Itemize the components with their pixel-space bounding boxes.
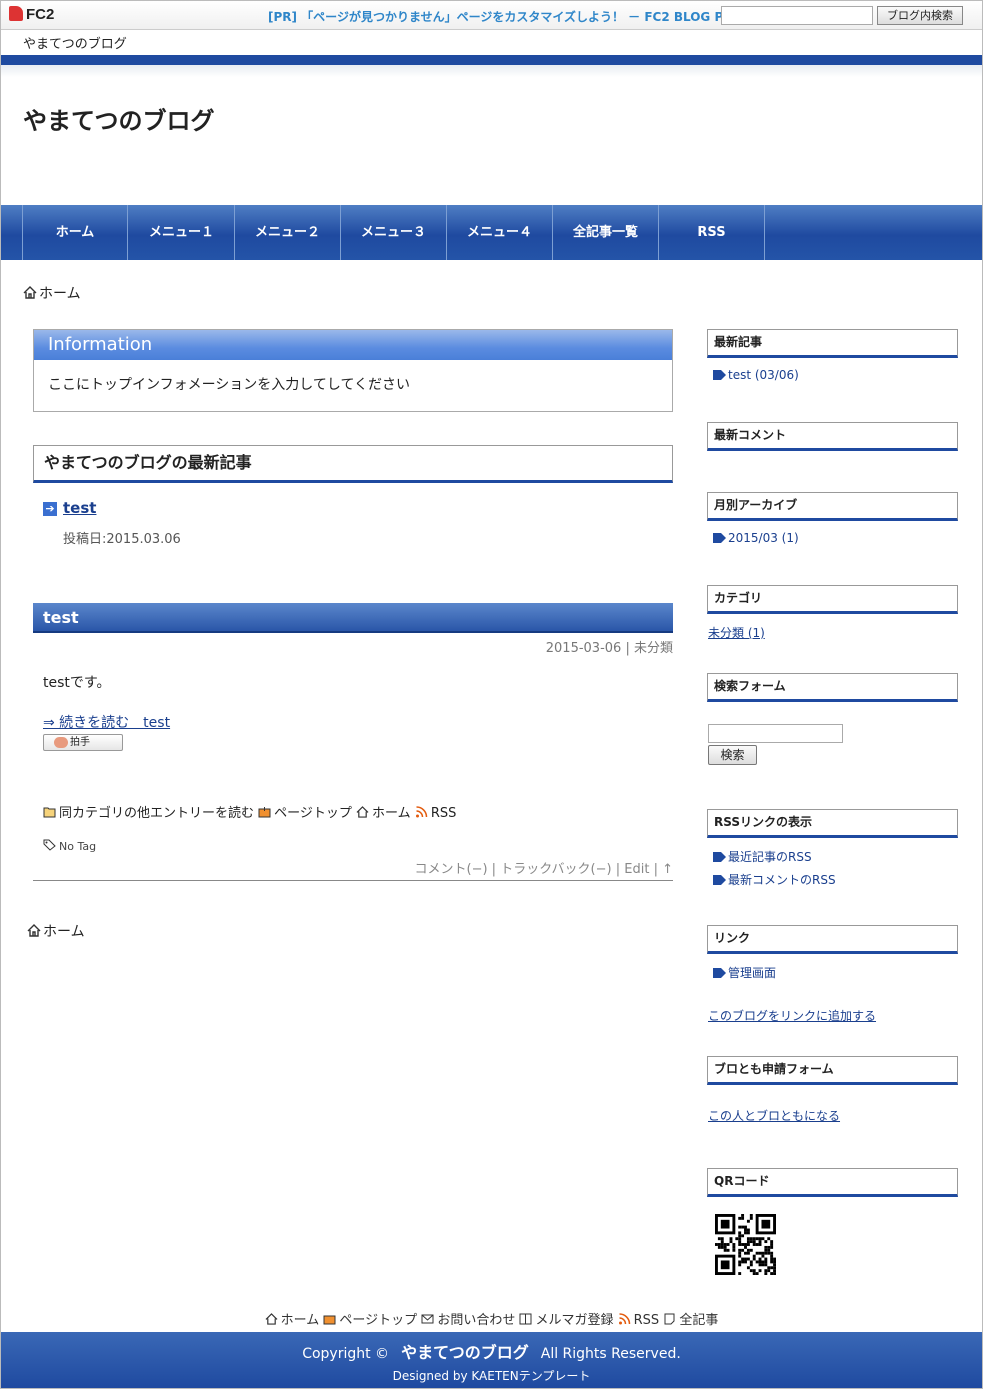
newsletter-icon [519, 1313, 532, 1325]
home-icon [23, 286, 37, 299]
home-icon [356, 806, 369, 818]
home-link[interactable]: ホーム [372, 806, 411, 821]
information-text: ここにトップインフォメーションを入力してしてください [48, 377, 411, 393]
footer-newsletter[interactable]: メルマガ登録 [535, 1313, 613, 1328]
footer-site-name[interactable]: やまてつのブログ [401, 1343, 529, 1362]
sidebar-search-input[interactable] [708, 724, 843, 743]
fc2-logo-icon [9, 6, 23, 21]
footer-pagetop[interactable]: ページトップ [339, 1313, 417, 1328]
latest-entry-date: 投稿日:2015.03.06 [63, 532, 181, 547]
read-more-link[interactable]: ⇒ 続きを読む test [43, 712, 170, 732]
fc2-logo[interactable]: FC2 [9, 6, 54, 23]
rss-link[interactable]: RSS [431, 806, 457, 821]
footer-links: ホーム ページトップ お問い合わせ メルマガ登録 RSS 全記事 [1, 1309, 982, 1328]
nav-menu2[interactable]: メニュー２ [235, 205, 341, 260]
copyright: Copyright © やまてつのブログ All Rights Reserved. [302, 1343, 681, 1362]
header-band [1, 55, 982, 65]
sidebar-recent-title: 最新記事 [707, 329, 958, 358]
qr-code-image [715, 1214, 776, 1275]
header-shadow [1, 65, 982, 77]
main-nav: ホーム メニュー１ メニュー２ メニュー３ メニュー４ 全記事一覧 RSS [1, 205, 982, 260]
sidebar-search-button[interactable]: 検索 [708, 745, 757, 765]
sidebar-recent-item[interactable]: test (03/06) [713, 368, 799, 382]
up-link[interactable]: ↑ [662, 862, 673, 877]
sidebar-links-item[interactable]: 管理画面 [713, 964, 776, 981]
edit-link[interactable]: Edit [624, 862, 649, 877]
post-body: testです。 [43, 675, 111, 691]
arrow-right-icon: ➔ [43, 502, 57, 516]
footer-band: Copyright © やまてつのブログ All Rights Reserved. … [1, 1332, 982, 1388]
breadcrumb-home: ホーム [39, 286, 81, 302]
nav-all-entries[interactable]: 全記事一覧 [553, 205, 659, 260]
sidebar-archive-item[interactable]: 2015/03 (1) [713, 531, 799, 545]
same-category-link[interactable]: 同カテゴリの他エントリーを読む [59, 806, 254, 821]
site-title[interactable]: やまてつのブログ [23, 101, 215, 136]
designed-by[interactable]: Designed by KAETENテンプレート [1, 1367, 982, 1384]
pagetop-icon [323, 1315, 336, 1325]
post-footer: コメント(−) | トラックバック(−) | Edit | ↑ [414, 862, 674, 877]
sidebar-search-title: 検索フォーム [707, 673, 958, 702]
sidebar-category-title: カテゴリ [707, 585, 958, 614]
post-date: 2015-03-06 [545, 641, 622, 656]
nav-rss[interactable]: RSS [659, 205, 765, 260]
blog-search-input[interactable] [721, 6, 873, 25]
document-icon [664, 1313, 675, 1325]
sidebar-archive-title: 月別アーカイブ [707, 492, 958, 521]
sidebar-add-link[interactable]: このブログをリンクに追加する [708, 1007, 876, 1024]
breadcrumb[interactable]: ホーム [23, 283, 81, 303]
mail-icon [421, 1314, 434, 1324]
information-title: Information [34, 330, 672, 360]
rss-icon [415, 806, 428, 818]
sidebar-protomo-title: ブロとも申請フォーム [707, 1056, 958, 1085]
bullet-icon [713, 533, 726, 543]
sidebar-comments-title: 最新コメント [707, 422, 958, 451]
footer-home[interactable]: ホーム [281, 1313, 320, 1328]
post-title[interactable]: test [33, 603, 673, 633]
sidebar-rss-title: RSSリンクの表示 [707, 809, 958, 838]
footer-rss[interactable]: RSS [634, 1313, 660, 1328]
pagetop-link[interactable]: ページトップ [274, 806, 352, 821]
rss-icon [618, 1313, 630, 1325]
post-links: 同カテゴリの他エントリーを読む ページトップ ホーム RSS [43, 802, 456, 821]
bullet-icon [713, 852, 726, 862]
bullet-icon [713, 968, 726, 978]
nav-menu3[interactable]: メニュー３ [341, 205, 447, 260]
clap-icon [54, 737, 68, 748]
tag-line: No Tag [43, 839, 96, 853]
pagetop-icon [258, 807, 271, 818]
post-category[interactable]: 未分類 [634, 641, 673, 656]
nav-menu4[interactable]: メニュー４ [447, 205, 553, 260]
home-icon [27, 924, 41, 937]
home-icon [265, 1313, 278, 1325]
post-meta: 2015-03-06 | 未分類 [545, 641, 673, 656]
folder-icon [43, 807, 56, 818]
latest-entry[interactable]: ➔ test [43, 499, 96, 517]
sidebar-qr-title: QRコード [707, 1168, 958, 1197]
nav-menu1[interactable]: メニュー１ [129, 205, 235, 260]
sidebar-protomo-link[interactable]: この人とブロともになる [708, 1107, 840, 1124]
breadcrumb-bottom[interactable]: ホーム [27, 921, 85, 941]
sidebar-category-item[interactable]: 未分類 (1) [708, 624, 765, 641]
tag-icon [43, 839, 56, 851]
blog-name-small[interactable]: やまてつのブログ [23, 33, 127, 52]
nav-home[interactable]: ホーム [22, 205, 128, 260]
pr-link[interactable]: [PR] 「ページが見つかりません」ページをカスタマイズしよう！ － FC2 B… [268, 8, 737, 25]
sidebar-links-title: リンク [707, 925, 958, 954]
bullet-icon [713, 370, 726, 380]
comment-link[interactable]: コメント(−) [415, 862, 488, 877]
footer-all-entries[interactable]: 全記事 [679, 1313, 718, 1328]
trackback-link[interactable]: トラックバック(−) [500, 862, 611, 877]
blog-search-button[interactable]: ブログ内検索 [877, 6, 963, 25]
information-box: Information ここにトップインフォメーションを入力してしてください [33, 329, 673, 412]
sidebar-rss-item[interactable]: 最新コメントのRSS [713, 871, 836, 888]
post-divider [33, 880, 673, 881]
bullet-icon [713, 875, 726, 885]
sidebar-rss-item[interactable]: 最近記事のRSS [713, 848, 812, 865]
latest-heading: やまてつのブログの最新記事 [33, 445, 673, 483]
footer-contact[interactable]: お問い合わせ [437, 1313, 515, 1328]
latest-entry-link[interactable]: test [63, 499, 96, 517]
clap-button[interactable]: 拍手 [43, 734, 123, 751]
